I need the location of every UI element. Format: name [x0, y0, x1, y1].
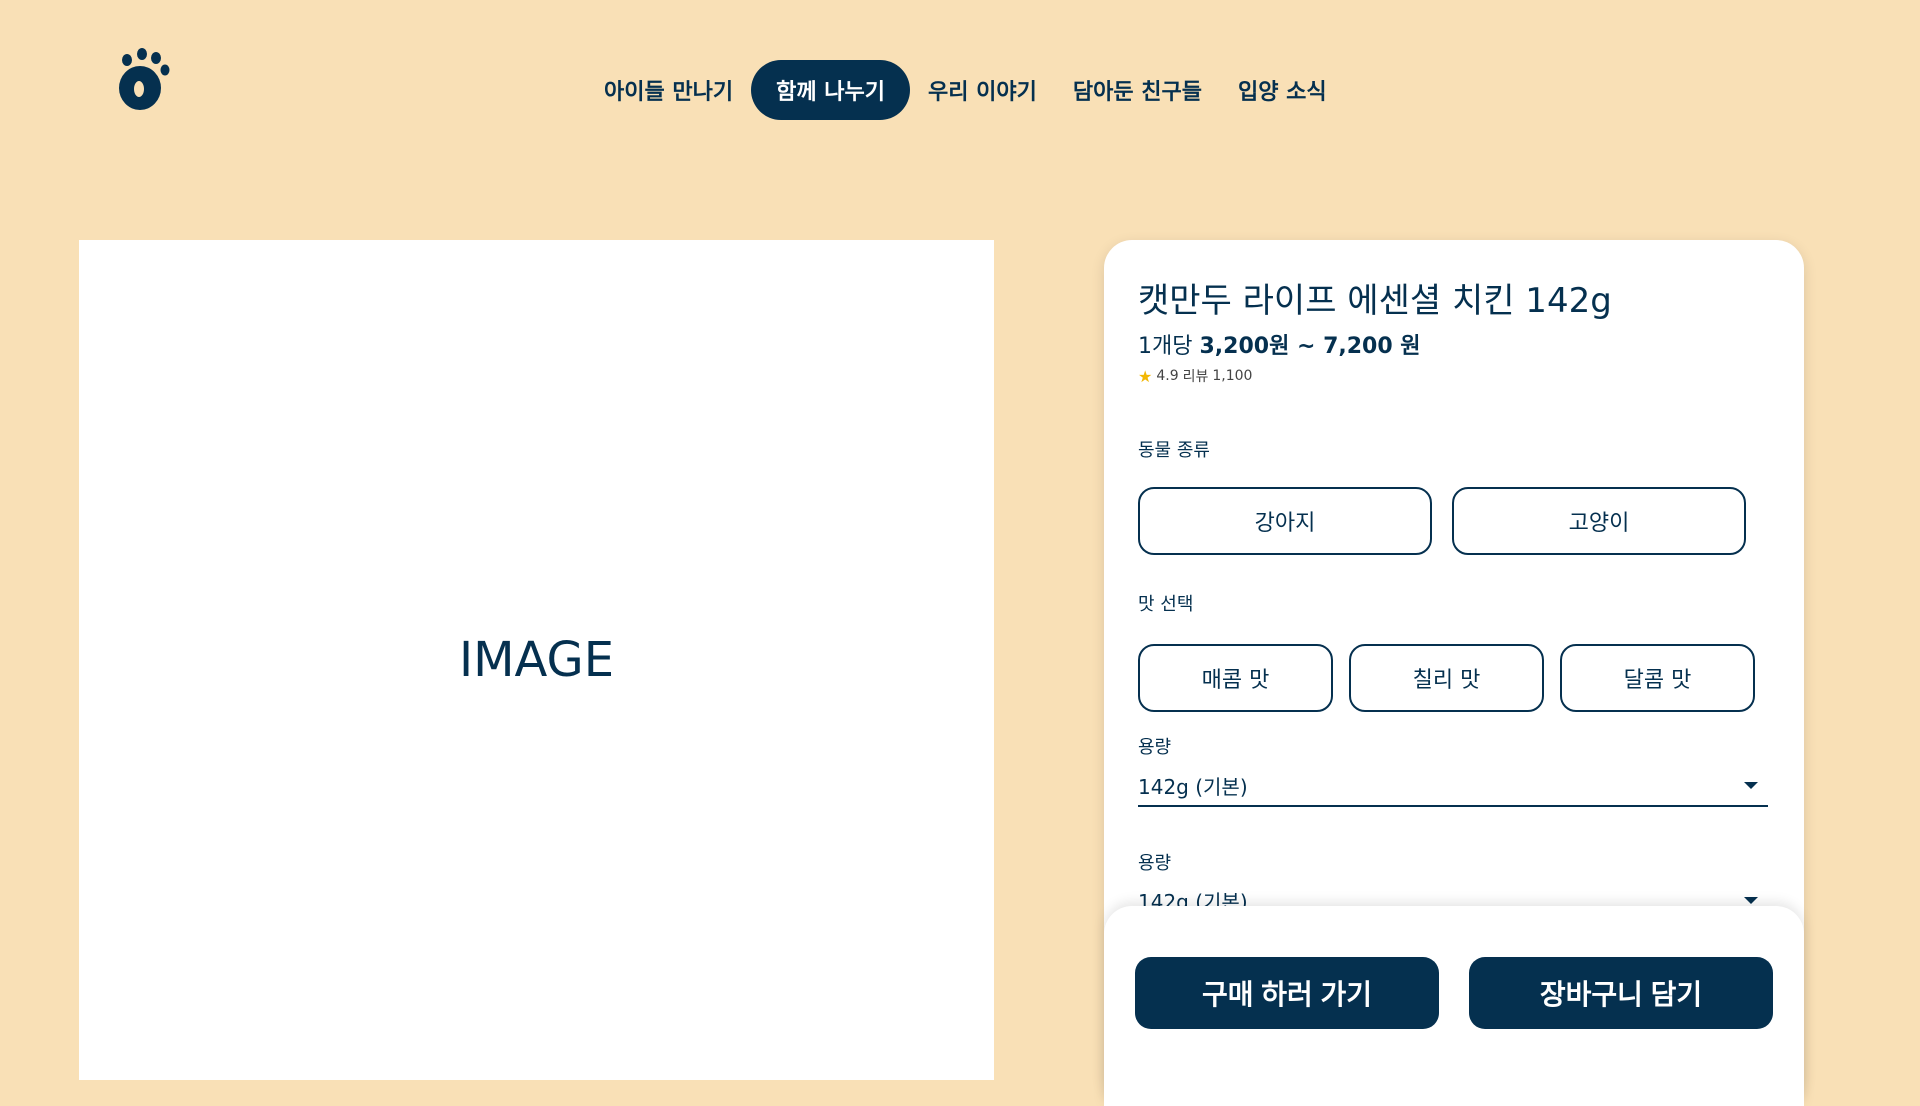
price-prefix: 1개당 [1138, 334, 1193, 359]
product-price: 1개당 3,200원 ~ 7,200 원 [1138, 328, 1421, 360]
product-image: IMAGE [79, 240, 994, 1080]
chevron-down-icon [1744, 781, 1758, 789]
chevron-down-icon [1744, 896, 1758, 904]
star-icon: ★ [1138, 366, 1153, 386]
add-to-cart-button[interactable]: 장바구니 담기 [1469, 957, 1773, 1029]
nav-item-saved-friends[interactable]: 담아둔 친구들 [1055, 60, 1220, 120]
size-label-2: 용량 [1138, 853, 1172, 874]
option-sweet-button[interactable]: 달콤 맛 [1560, 644, 1755, 712]
size-select[interactable]: 142g (기본) [1138, 765, 1768, 807]
main-nav: 아이들 만나기 함께 나누기 우리 이야기 담아둔 친구들 입양 소식 [586, 60, 1345, 120]
option-chili-button[interactable]: 칠리 맛 [1349, 644, 1544, 712]
purchase-action-bar: 구매 하러 가기 장바구니 담기 [1104, 906, 1804, 1106]
product-title: 캣만두 라이프 에센셜 치킨 142g [1138, 281, 1612, 321]
price-range: 3,200원 ~ 7,200 원 [1199, 334, 1421, 359]
nav-item-share-together[interactable]: 함께 나누기 [751, 60, 910, 120]
review-count: 1,100 [1212, 368, 1253, 384]
size-label: 용량 [1138, 737, 1172, 758]
product-rating: ★ 4.9 리뷰 1,100 [1138, 366, 1252, 386]
nav-item-our-story[interactable]: 우리 이야기 [910, 60, 1055, 120]
option-dog-button[interactable]: 강아지 [1138, 487, 1432, 555]
rating-value: 4.9 [1156, 368, 1179, 384]
size-select-value: 142g (기본) [1138, 774, 1248, 799]
option-cat-button[interactable]: 고양이 [1452, 487, 1746, 555]
animal-type-label: 동물 종류 [1138, 440, 1210, 461]
flavor-label: 맛 선택 [1138, 594, 1194, 615]
buy-now-button[interactable]: 구매 하러 가기 [1135, 957, 1439, 1029]
image-placeholder-text: IMAGE [458, 632, 615, 688]
nav-item-adoption-news[interactable]: 입양 소식 [1220, 60, 1345, 120]
option-spicy-button[interactable]: 매콤 맛 [1138, 644, 1333, 712]
paw-logo-icon[interactable] [118, 48, 170, 112]
review-label: 리뷰 [1182, 369, 1209, 385]
nav-item-meet-pets[interactable]: 아이들 만나기 [586, 60, 751, 120]
